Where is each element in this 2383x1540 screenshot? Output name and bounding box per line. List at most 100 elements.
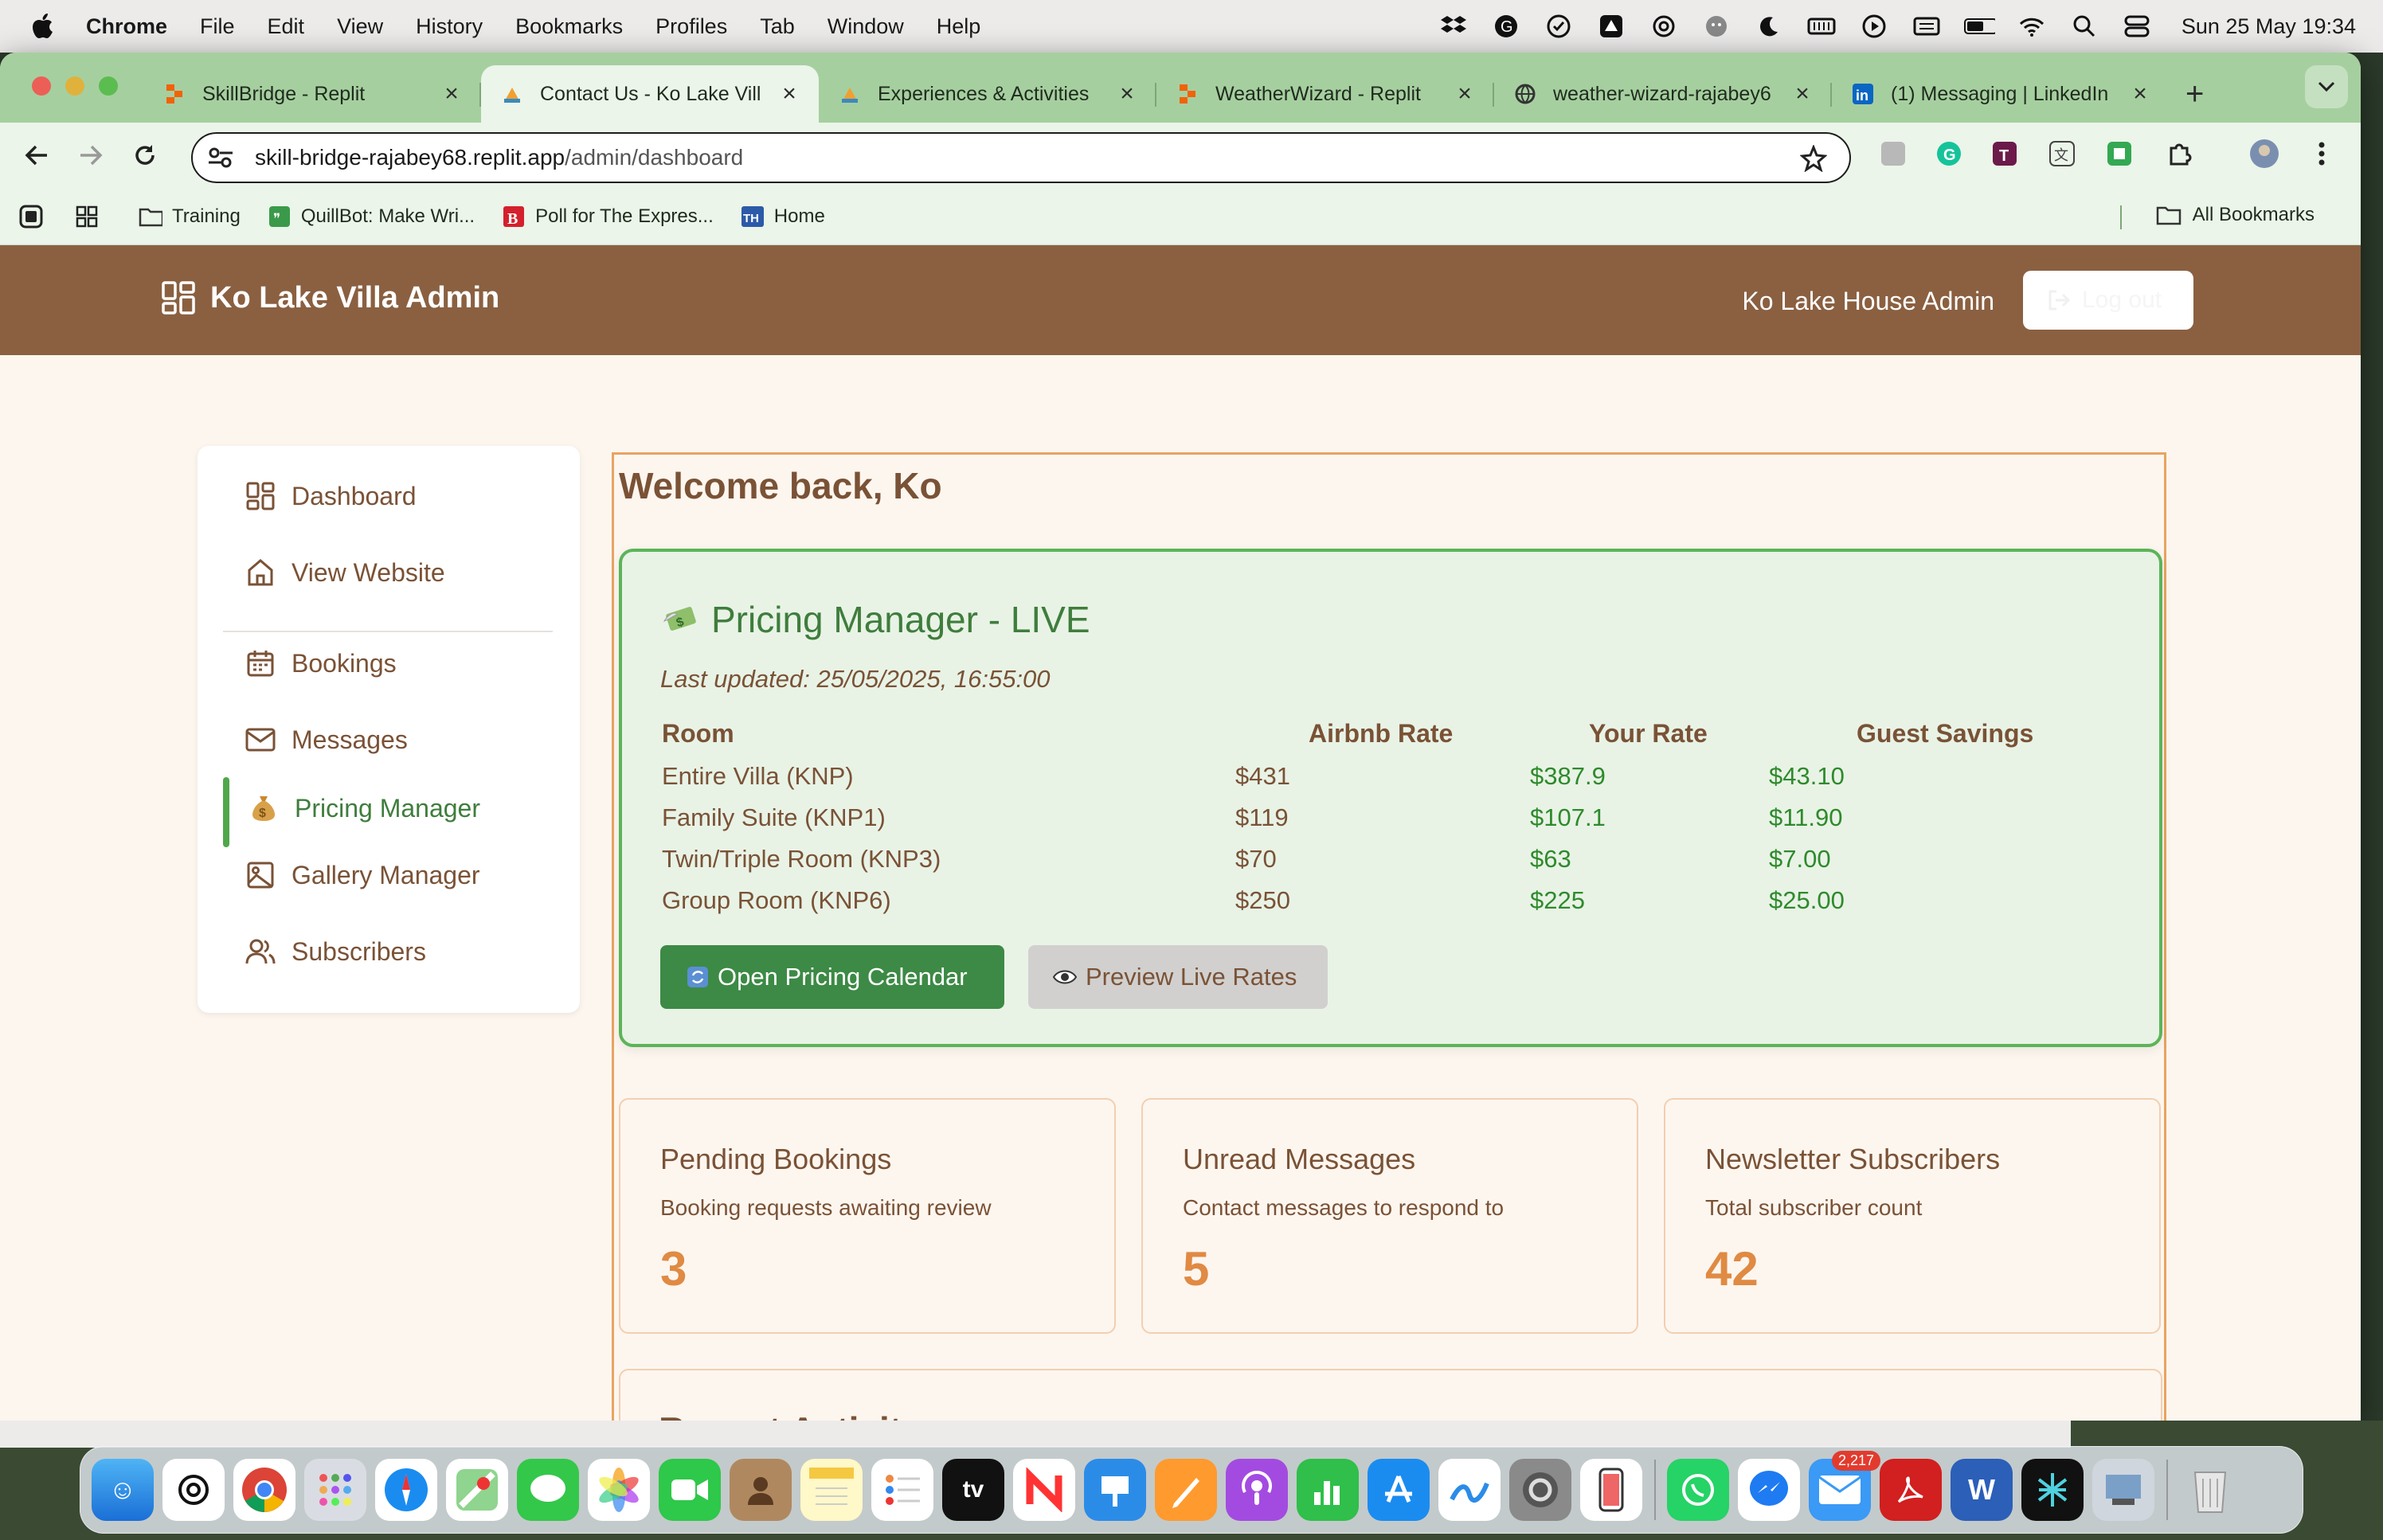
menu-tab[interactable]: Tab <box>760 14 795 39</box>
open-pricing-calendar-button[interactable]: Open Pricing Calendar <box>660 945 1004 1009</box>
notes-icon[interactable] <box>800 1459 863 1521</box>
apple-tv-icon[interactable]: tv <box>942 1459 1004 1521</box>
sidebar-item-dashboard[interactable]: Dashboard <box>245 481 417 511</box>
freeform-icon[interactable] <box>1438 1459 1501 1521</box>
memory-icon[interactable] <box>1806 10 1837 42</box>
kebab-menu-icon[interactable] <box>2303 135 2340 172</box>
bookmark-star-icon[interactable] <box>1799 143 1828 178</box>
menu-clock[interactable]: Sun 25 May 19:34 <box>2181 14 2356 39</box>
profile-avatar-icon[interactable] <box>2246 135 2283 172</box>
launchpad-icon[interactable] <box>304 1459 366 1521</box>
keyboard-icon[interactable] <box>1911 10 1943 42</box>
sidebar-item-bookings[interactable]: Bookings <box>245 648 397 678</box>
contacts-icon[interactable] <box>730 1459 792 1521</box>
chatgpt-icon[interactable] <box>162 1459 225 1521</box>
sidebar-item-messages[interactable]: Messages <box>245 725 408 755</box>
check-circle-icon[interactable] <box>1543 10 1575 42</box>
menu-window[interactable]: Window <box>828 14 904 39</box>
acrobat-icon[interactable] <box>1880 1459 1942 1521</box>
dropbox-icon[interactable] <box>1438 10 1469 42</box>
battery-icon[interactable] <box>1963 10 1995 42</box>
grammarly-icon[interactable]: G <box>1490 10 1522 42</box>
tab-linkedin[interactable]: in (1) Messaging | LinkedIn × <box>1832 65 2170 123</box>
reminders-icon[interactable] <box>871 1459 933 1521</box>
bot-icon[interactable] <box>1700 10 1732 42</box>
numbers-icon[interactable] <box>1297 1459 1359 1521</box>
all-bookmarks-button[interactable]: All Bookmarks <box>2156 204 2315 226</box>
chrome-icon[interactable] <box>233 1459 295 1521</box>
bookmark-poll[interactable]: B Poll for The Expres... <box>502 205 714 229</box>
minimize-window-button[interactable] <box>65 76 84 96</box>
close-tab-icon[interactable]: × <box>1790 80 1814 107</box>
bookmark-home[interactable]: TH Home <box>741 205 825 229</box>
system-settings-icon[interactable] <box>1509 1459 1571 1521</box>
tab-skillbridge[interactable]: SkillBridge - Replit × <box>143 65 481 123</box>
moon-icon[interactable] <box>1753 10 1785 42</box>
podcasts-icon[interactable] <box>1226 1459 1288 1521</box>
close-tab-icon[interactable]: × <box>1453 80 1477 107</box>
close-window-button[interactable] <box>32 76 51 96</box>
app-store-icon[interactable] <box>1368 1459 1430 1521</box>
wifi-icon[interactable] <box>2016 10 2048 42</box>
spotlight-search-icon[interactable] <box>2068 10 2100 42</box>
apple-menu-icon[interactable] <box>30 13 62 40</box>
news-icon[interactable] <box>1013 1459 1075 1521</box>
translate-icon[interactable]: 文 <box>2044 135 2080 172</box>
keynote-icon[interactable] <box>1084 1459 1146 1521</box>
menu-help[interactable]: Help <box>937 14 981 39</box>
preview-icon[interactable] <box>2092 1459 2154 1521</box>
close-tab-icon[interactable]: × <box>440 80 464 107</box>
tab-experiences[interactable]: Experiences & Activities × <box>819 65 1156 123</box>
finder-icon[interactable]: ☺ <box>92 1459 154 1521</box>
openai-icon[interactable] <box>1648 10 1680 42</box>
messages-icon[interactable] <box>517 1459 579 1521</box>
tab-weather-wizard-app[interactable]: weather-wizard-rajabey6 × <box>1494 65 1832 123</box>
menu-edit[interactable]: Edit <box>268 14 305 39</box>
apps-grid-icon[interactable] <box>75 205 108 229</box>
drive-icon[interactable] <box>1595 10 1627 42</box>
extension-t-icon[interactable]: T <box>1986 135 2023 172</box>
grammarly-extension-icon[interactable]: G <box>1931 135 1967 172</box>
brand[interactable]: Ko Lake Villa Admin <box>161 280 499 315</box>
reload-icon[interactable] <box>127 138 162 173</box>
preview-live-rates-button[interactable]: Preview Live Rates <box>1028 945 1328 1009</box>
iphone-mirroring-icon[interactable] <box>1580 1459 1642 1521</box>
sidebar-item-view-website[interactable]: View Website <box>245 557 445 588</box>
forward-arrow-icon[interactable] <box>73 138 108 173</box>
extensions-puzzle-icon[interactable] <box>2162 135 2198 172</box>
menu-history[interactable]: History <box>416 14 483 39</box>
trash-icon[interactable] <box>2179 1459 2241 1521</box>
facetime-icon[interactable] <box>659 1459 721 1521</box>
back-arrow-icon[interactable] <box>19 138 54 173</box>
perplexity-icon[interactable] <box>2021 1459 2084 1521</box>
close-tab-icon[interactable]: × <box>777 80 801 107</box>
tab-weatherwizard[interactable]: WeatherWizard - Replit × <box>1156 65 1494 123</box>
close-tab-icon[interactable]: × <box>2128 80 2152 107</box>
whatsapp-icon[interactable] <box>1667 1459 1729 1521</box>
sidebar-item-gallery-manager[interactable]: Gallery Manager <box>245 860 480 890</box>
word-icon[interactable]: W <box>1951 1459 2013 1521</box>
safari-icon[interactable] <box>375 1459 437 1521</box>
bookmark-stop-icon[interactable] <box>19 205 53 229</box>
menu-bookmarks[interactable]: Bookmarks <box>515 14 623 39</box>
menu-file[interactable]: File <box>200 14 235 39</box>
play-circle-icon[interactable] <box>1858 10 1890 42</box>
bookmark-quillbot[interactable]: ❞ QuillBot: Make Wri... <box>268 205 475 229</box>
stat-card-newsletter-subscribers[interactable]: Newsletter Subscribers Total subscriber … <box>1664 1098 2161 1334</box>
close-tab-icon[interactable]: × <box>1115 80 1139 107</box>
bookmark-training[interactable]: Training <box>139 205 241 229</box>
menu-profiles[interactable]: Profiles <box>655 14 727 39</box>
sidebar-item-subscribers[interactable]: Subscribers <box>245 936 426 967</box>
sidebar-item-pricing-manager[interactable]: $ Pricing Manager <box>248 793 480 823</box>
menu-app-name[interactable]: Chrome <box>86 14 167 39</box>
sheets-extension-icon[interactable] <box>2101 135 2138 172</box>
tab-search-dropdown-icon[interactable] <box>2305 65 2348 108</box>
tab-contact-us[interactable]: Contact Us - Ko Lake Vill × <box>481 65 819 123</box>
stat-card-pending-bookings[interactable]: Pending Bookings Booking requests awaiti… <box>619 1098 1116 1334</box>
photos-icon[interactable] <box>588 1459 650 1521</box>
address-bar[interactable]: skill-bridge-rajabey68.replit.app/admin/… <box>191 132 1851 183</box>
mail-icon[interactable]: 2,217 <box>1809 1451 1880 1521</box>
new-tab-button[interactable]: + <box>2185 65 2204 123</box>
messenger-icon[interactable] <box>1738 1459 1800 1521</box>
menu-view[interactable]: View <box>337 14 383 39</box>
